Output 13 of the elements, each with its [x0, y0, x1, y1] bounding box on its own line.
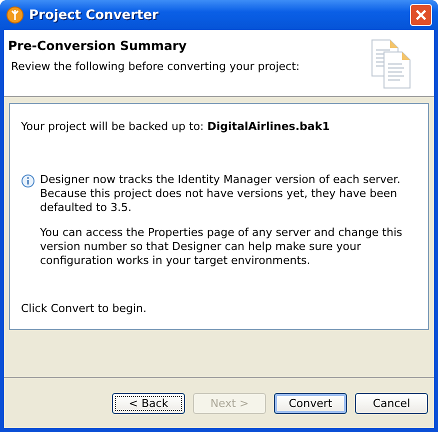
page-title: Pre-Conversion Summary	[8, 38, 188, 53]
instruction-text: Click Convert to begin.	[21, 302, 148, 315]
info-text: Designer now tracks the Identity Manager version of each server. Because this project does not have versions yet, they have been defaulted to 3.5.	[40, 173, 402, 215]
dialog-button[interactable]: Convert	[274, 392, 347, 414]
page-subtitle: Review the following before converting your project:	[10, 60, 300, 73]
window-title: Project Converter	[29, 8, 160, 22]
info-text: You can access the Properties page of any server and change this version number so that Designer can help make sure your configuration works in your target environments.	[40, 226, 404, 268]
info-icon	[21, 174, 35, 188]
backup-text: Your project will be backed up to: DigitalAirlines.bak1	[21, 120, 331, 133]
dialog-button[interactable]: < Back	[112, 392, 185, 414]
app-icon	[6, 6, 24, 24]
dialog-button[interactable]: Cancel	[355, 392, 428, 414]
close-button[interactable]	[410, 4, 432, 26]
